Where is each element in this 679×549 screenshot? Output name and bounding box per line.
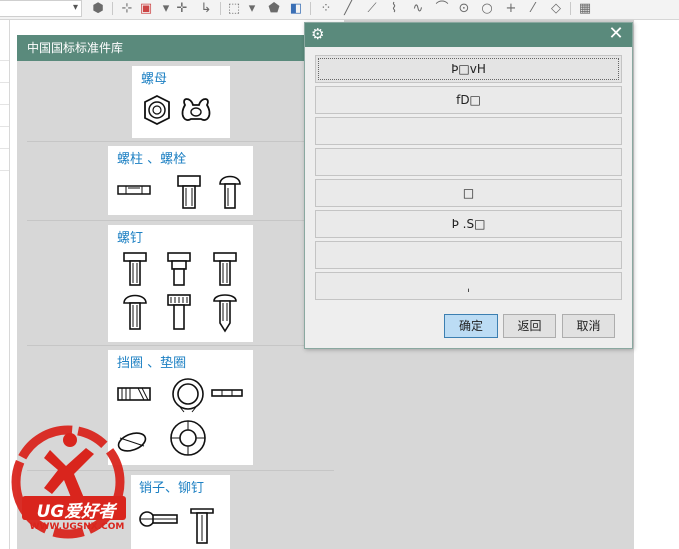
chevron-down-icon[interactable]: ▾ bbox=[158, 0, 174, 16]
toolbar-separator bbox=[310, 2, 311, 15]
diamond-icon[interactable]: ◇ bbox=[548, 0, 564, 16]
divider bbox=[0, 170, 9, 171]
solid-icon[interactable]: ⬟ bbox=[266, 0, 282, 16]
cube-icon[interactable]: ⬢ bbox=[90, 0, 106, 16]
cancel-button[interactable]: 取消 bbox=[562, 314, 615, 338]
top-toolbar: ▾ ⬢ ⊹ ▣ ▾ ✛ ↳ ⬚ ▾ ⬟ ◧ ⁘ ╱ ⟋ ⌇ ∿ ⌒ ⊙ ○ + … bbox=[0, 0, 679, 20]
view-cube-icon[interactable]: ◧ bbox=[288, 0, 304, 16]
divider bbox=[0, 60, 9, 61]
category-label: 销子、铆钉 bbox=[139, 481, 205, 496]
toolbar-separator bbox=[570, 2, 571, 15]
watermark-brand: UG爱好者 bbox=[36, 502, 116, 522]
category-label: 螺钉 bbox=[117, 231, 144, 246]
toolbar-dropdown[interactable]: ▾ bbox=[0, 0, 82, 17]
divider bbox=[0, 126, 9, 127]
snap-icon[interactable]: ⊹ bbox=[119, 0, 135, 16]
toolbar-separator bbox=[112, 2, 113, 15]
chevron-down-icon[interactable]: ▾ bbox=[244, 0, 260, 16]
box-select-icon[interactable]: ⬚ bbox=[226, 0, 242, 16]
option-button-7[interactable] bbox=[315, 241, 622, 269]
option-button-1[interactable]: Ϸ□vH bbox=[315, 55, 622, 83]
spline-icon[interactable]: ∿ bbox=[410, 0, 426, 16]
graphics-canvas-edge bbox=[634, 20, 679, 549]
table-icon[interactable]: ▦ bbox=[577, 0, 593, 16]
divider bbox=[0, 82, 9, 83]
ok-button[interactable]: 确定 bbox=[444, 314, 498, 338]
option-button-8[interactable]: ˌ bbox=[315, 272, 622, 300]
selection-dialog: ⚙ ✕ Ϸ□vH fD□ □ Ϸ .S□ ˌ 确定 返回 取消 bbox=[304, 22, 633, 349]
watermark-url: WWW.UGSNX.COM bbox=[29, 522, 125, 532]
dialog-title-bar[interactable]: ⚙ ✕ bbox=[305, 23, 632, 47]
scatter-icon[interactable]: ⁘ bbox=[318, 0, 334, 16]
circle-icon[interactable]: ○ bbox=[479, 0, 495, 16]
line-icon[interactable]: ⟋ bbox=[364, 0, 380, 16]
toolbar-separator bbox=[220, 2, 221, 15]
category-card-pins-rivets[interactable]: 销子、铆钉 bbox=[131, 475, 230, 549]
option-button-4[interactable] bbox=[315, 148, 622, 176]
category-divider bbox=[27, 220, 334, 221]
circle-icon[interactable]: ⊙ bbox=[456, 0, 472, 16]
category-card-studs-bolts[interactable]: 螺柱 、螺栓 bbox=[108, 146, 253, 215]
category-divider bbox=[27, 345, 334, 346]
category-divider bbox=[27, 141, 334, 142]
slash-icon[interactable]: ⁄ bbox=[525, 0, 541, 16]
category-label: 挡圈 、垫圈 bbox=[117, 356, 187, 371]
line-icon[interactable]: ╱ bbox=[340, 0, 356, 16]
nut-icon bbox=[144, 94, 211, 126]
category-label: 螺柱 、螺栓 bbox=[117, 152, 187, 167]
option-button-3[interactable] bbox=[315, 117, 622, 145]
chevron-down-icon: ▾ bbox=[72, 2, 78, 13]
arc-icon[interactable]: ⌒ bbox=[434, 0, 450, 16]
ug-watermark-logo: UG爱好者 WWW.UGSNX.COM bbox=[8, 420, 138, 549]
divider bbox=[0, 148, 9, 149]
category-card-nuts[interactable]: 螺母 bbox=[132, 66, 230, 138]
gear-icon[interactable]: ⚙ bbox=[311, 26, 327, 42]
divider bbox=[0, 104, 9, 105]
close-icon[interactable]: ✕ bbox=[607, 24, 625, 44]
route-icon[interactable]: ↳ bbox=[198, 0, 214, 16]
library-title: 中国国标标准件库 bbox=[17, 35, 344, 61]
category-card-screws[interactable]: 螺钉 bbox=[108, 225, 253, 342]
option-button-2[interactable]: fD□ bbox=[315, 86, 622, 114]
plus-icon[interactable]: + bbox=[503, 0, 519, 16]
screw-icon bbox=[123, 252, 237, 333]
select-icon[interactable]: ▣ bbox=[138, 0, 154, 16]
point-icon[interactable]: ✛ bbox=[174, 0, 190, 16]
back-button[interactable]: 返回 bbox=[503, 314, 556, 338]
pin-icon bbox=[139, 508, 214, 544]
option-button-6[interactable]: Ϸ .S□ bbox=[315, 210, 622, 238]
polyline-icon[interactable]: ⌇ bbox=[386, 0, 402, 16]
bolt-icon bbox=[117, 175, 241, 209]
option-button-5[interactable]: □ bbox=[315, 179, 622, 207]
category-label: 螺母 bbox=[141, 72, 168, 87]
